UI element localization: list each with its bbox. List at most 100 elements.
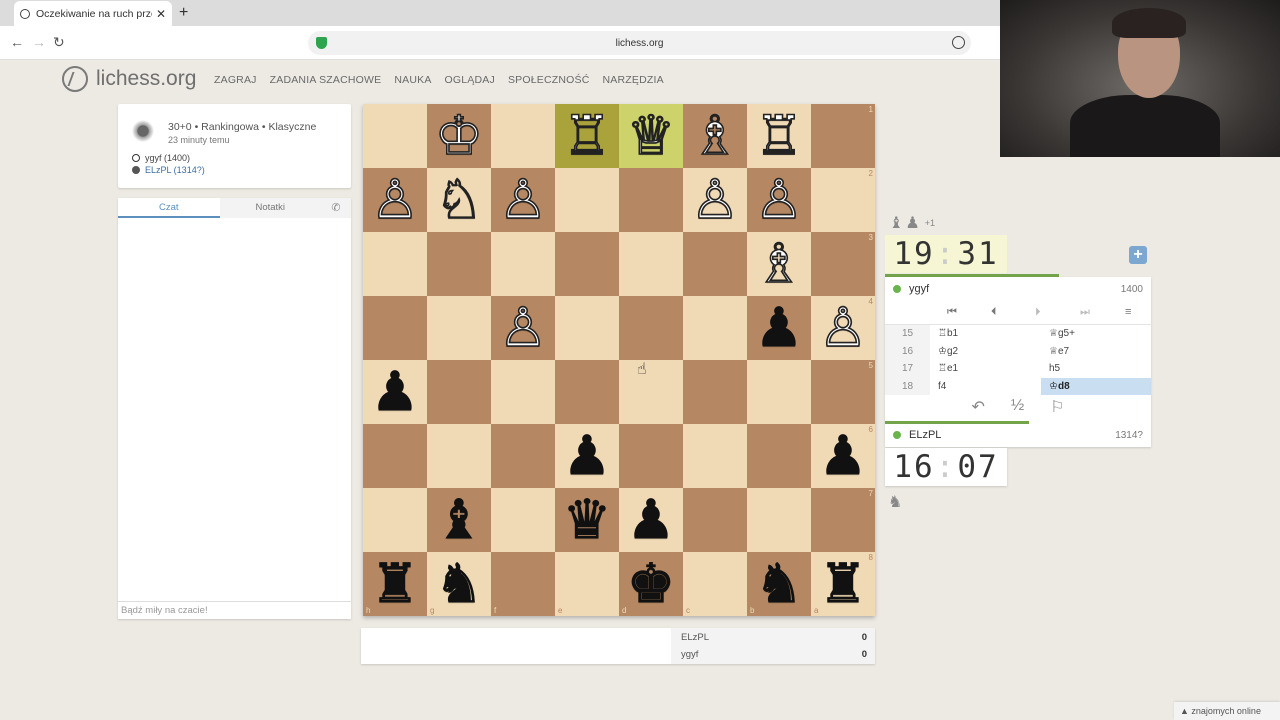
white-bishop-piece[interactable]: ♗ [754,236,804,292]
square-f4[interactable]: ♙ [491,296,555,360]
black-knight-piece[interactable]: ♞ [754,556,803,611]
square-g6[interactable] [427,424,491,488]
black-move[interactable]: ♕g5+ [1041,325,1151,343]
top-player-name[interactable]: ygyf [909,283,1121,295]
nav-tools[interactable]: NARZĘDZIA [603,74,664,86]
offer-draw-button[interactable]: ½ [1011,397,1024,417]
square-g8[interactable]: g ♞ [427,552,491,616]
square-h1[interactable] [363,104,427,168]
square-e7[interactable]: ♛ [555,488,619,552]
black-pawn-piece[interactable]: ♟ [626,492,675,547]
reload-icon[interactable]: ↻ [53,34,65,51]
white-bishop-piece[interactable]: ♗ [690,108,740,164]
phone-icon[interactable]: ✆ [321,198,351,218]
nav-community[interactable]: SPOŁECZNOŚĆ [508,74,590,86]
chat-input[interactable]: Bądź miły na czacie! [118,601,351,619]
square-h4[interactable] [363,296,427,360]
white-pawn-piece[interactable]: ♙ [498,172,548,228]
square-c5[interactable] [683,360,747,424]
last-move-icon[interactable]: ⏭ [1080,306,1090,319]
square-a6[interactable]: 6 ♟ [811,424,875,488]
square-b1[interactable]: ♖ [747,104,811,168]
first-move-icon[interactable]: ⏮ [947,306,957,319]
black-king-piece[interactable]: ♚ [626,556,675,611]
black-move-selected[interactable]: ♔d8 [1041,377,1151,395]
back-arrow-icon[interactable]: ← [10,34,24,50]
square-a2[interactable]: 2 [811,168,875,232]
square-e4[interactable] [555,296,619,360]
square-f7[interactable] [491,488,555,552]
square-a8[interactable]: 8 a ♜ [811,552,875,616]
square-a5[interactable]: 5 [811,360,875,424]
black-knight-piece[interactable]: ♞ [434,556,483,611]
browser-tab[interactable]: Oczekiwanie na ruch przeciwnika ✕ [14,1,172,26]
shield-icon[interactable] [316,37,327,49]
white-pawn-piece[interactable]: ♙ [818,300,868,356]
square-f5[interactable] [491,360,555,424]
square-h7[interactable] [363,488,427,552]
square-g3[interactable] [427,232,491,296]
tab-notes[interactable]: Notatki [219,198,321,218]
square-c4[interactable] [683,296,747,360]
new-tab-button[interactable]: + [179,4,188,22]
square-f8[interactable]: f [491,552,555,616]
square-b5[interactable] [747,360,811,424]
square-h3[interactable] [363,232,427,296]
square-b4[interactable]: ♟ [747,296,811,360]
close-tab-icon[interactable]: ✕ [156,7,166,21]
white-player-link[interactable]: ygyf (1400) [132,153,190,163]
white-pawn-piece[interactable]: ♙ [690,172,740,228]
square-c1[interactable]: ♗ [683,104,747,168]
black-pawn-piece[interactable]: ♟ [754,300,803,355]
black-pawn-piece[interactable]: ♟ [562,428,611,483]
square-b8[interactable]: b ♞ [747,552,811,616]
square-d5[interactable] [619,360,683,424]
square-b2[interactable]: ♙ [747,168,811,232]
square-g4[interactable] [427,296,491,360]
takeback-icon[interactable]: ↶ [971,397,984,417]
square-g7[interactable]: ♝ [427,488,491,552]
site-logo[interactable]: lichess.org [62,66,196,92]
white-pawn-piece[interactable]: ♙ [754,172,804,228]
resign-flag-icon[interactable]: ⚐ [1050,397,1064,417]
add-time-button[interactable]: + [1129,246,1147,264]
square-b7[interactable] [747,488,811,552]
square-c6[interactable] [683,424,747,488]
square-a1[interactable]: 1 [811,104,875,168]
square-b3[interactable]: ♗ [747,232,811,296]
white-move[interactable]: ♖b1 [930,328,1041,339]
menu-icon[interactable]: ≡ [1125,306,1131,318]
square-d7[interactable]: ♟ [619,488,683,552]
white-rook-piece[interactable]: ♖ [562,108,612,164]
black-player-link[interactable]: ELzPL (1314?) [132,165,205,175]
square-d6[interactable] [619,424,683,488]
black-pawn-piece[interactable]: ♟ [818,428,867,483]
white-pawn-piece[interactable]: ♙ [370,172,420,228]
square-c8[interactable]: c [683,552,747,616]
square-g2[interactable]: ♘ [427,168,491,232]
square-d1[interactable]: ♕ [619,104,683,168]
nav-play[interactable]: ZAGRAJ [214,74,257,86]
square-c2[interactable]: ♙ [683,168,747,232]
crosstable-row[interactable]: ygyf 0 [681,649,867,660]
white-knight-piece[interactable]: ♘ [434,172,484,228]
chess-board[interactable]: ♔ ♖ ♕ ♗ ♖ 1 ♙ ♘ ♙ ♙ ♙ 2 ♗ 3 ♙ ♟ 4 ♙ ♟ 5 ♟ 6 ♟ ♝ ♛ ♟ 7 h ♜ g ♞ f e d ♚ c b ♞ 8 a… [363,104,875,616]
square-e3[interactable] [555,232,619,296]
square-g1[interactable]: ♔ [427,104,491,168]
square-h6[interactable] [363,424,427,488]
prev-move-icon[interactable]: ⏴ [991,306,997,319]
white-pawn-piece[interactable]: ♙ [498,300,548,356]
square-e1[interactable]: ♖ [555,104,619,168]
nav-puzzles[interactable]: ZADANIA SZACHOWE [270,74,382,86]
square-h2[interactable]: ♙ [363,168,427,232]
square-a3[interactable]: 3 [811,232,875,296]
square-f2[interactable]: ♙ [491,168,555,232]
bottom-player-name[interactable]: ELzPL [909,429,1115,441]
white-move[interactable]: ♔g2 [930,346,1041,357]
square-c7[interactable] [683,488,747,552]
extension-icon[interactable] [952,36,965,49]
square-a7[interactable]: 7 [811,488,875,552]
white-move[interactable]: f4 [930,381,1041,392]
square-f1[interactable] [491,104,555,168]
square-e8[interactable]: e [555,552,619,616]
